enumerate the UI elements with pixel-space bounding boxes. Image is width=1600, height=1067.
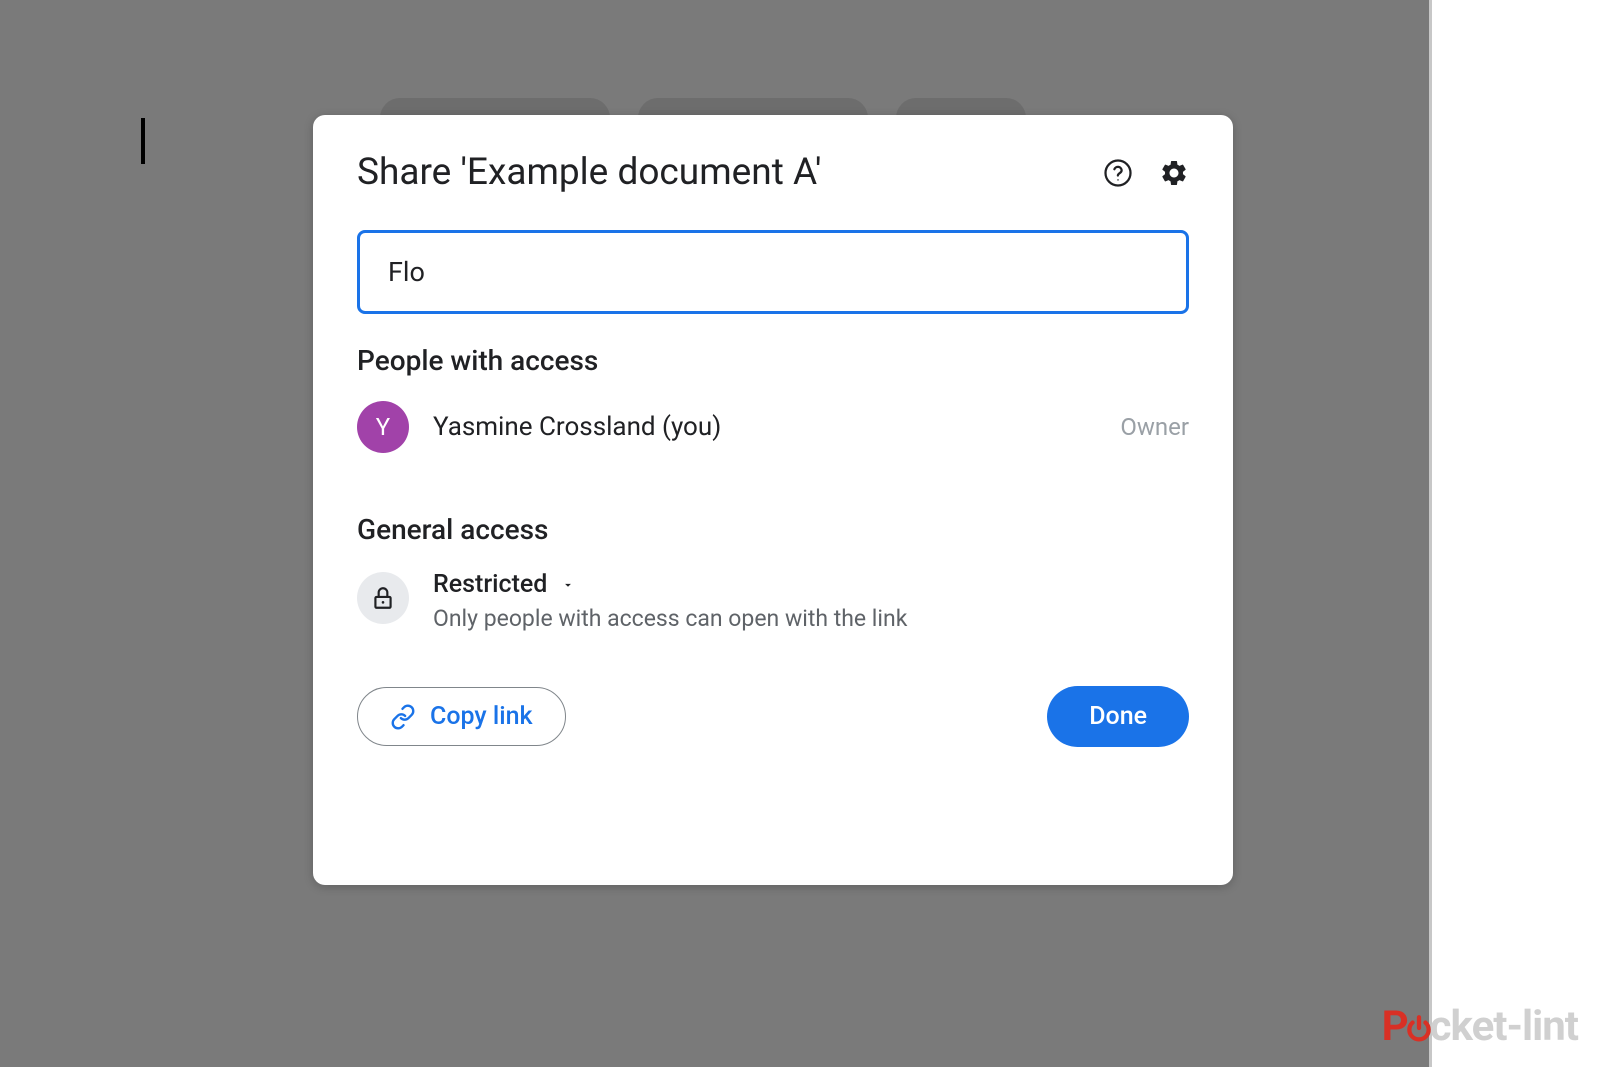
add-people-input[interactable]	[388, 256, 1158, 288]
copy-link-button[interactable]: Copy link	[357, 687, 566, 746]
dialog-footer: Copy link Done	[357, 686, 1189, 747]
gear-icon[interactable]	[1159, 158, 1189, 188]
access-info: Restricted Only people with access can o…	[433, 570, 907, 632]
person-left: Y Yasmine Crossland (you)	[357, 401, 721, 453]
power-icon	[1406, 1010, 1432, 1040]
dialog-title: Share 'Example document A'	[357, 151, 821, 194]
help-icon[interactable]	[1103, 158, 1133, 188]
chevron-down-icon	[561, 578, 575, 592]
header-icons	[1103, 158, 1189, 188]
lock-icon	[357, 572, 409, 624]
general-access-row: Restricted Only people with access can o…	[357, 570, 1189, 632]
access-description: Only people with access can open with th…	[433, 605, 907, 632]
watermark: P cket-lint	[1382, 1002, 1578, 1051]
people-input-wrapper[interactable]	[357, 230, 1189, 314]
watermark-prefix: P	[1382, 1002, 1408, 1051]
person-row: Y Yasmine Crossland (you) Owner	[357, 401, 1189, 453]
people-section-title: People with access	[357, 344, 1189, 377]
done-button[interactable]: Done	[1047, 686, 1189, 747]
watermark-suffix: cket-lint	[1430, 1002, 1578, 1051]
copy-link-label: Copy link	[430, 702, 533, 731]
link-icon	[390, 704, 416, 730]
person-role: Owner	[1120, 413, 1189, 441]
person-name: Yasmine Crossland (you)	[433, 412, 721, 442]
dialog-header: Share 'Example document A'	[357, 151, 1189, 194]
share-dialog: Share 'Example document A' People with a…	[313, 115, 1233, 885]
access-level-dropdown[interactable]: Restricted	[433, 570, 907, 599]
access-level-label: Restricted	[433, 570, 547, 599]
general-access-title: General access	[357, 513, 1189, 546]
right-panel	[1432, 0, 1600, 1067]
text-cursor	[141, 118, 145, 164]
avatar: Y	[357, 401, 409, 453]
